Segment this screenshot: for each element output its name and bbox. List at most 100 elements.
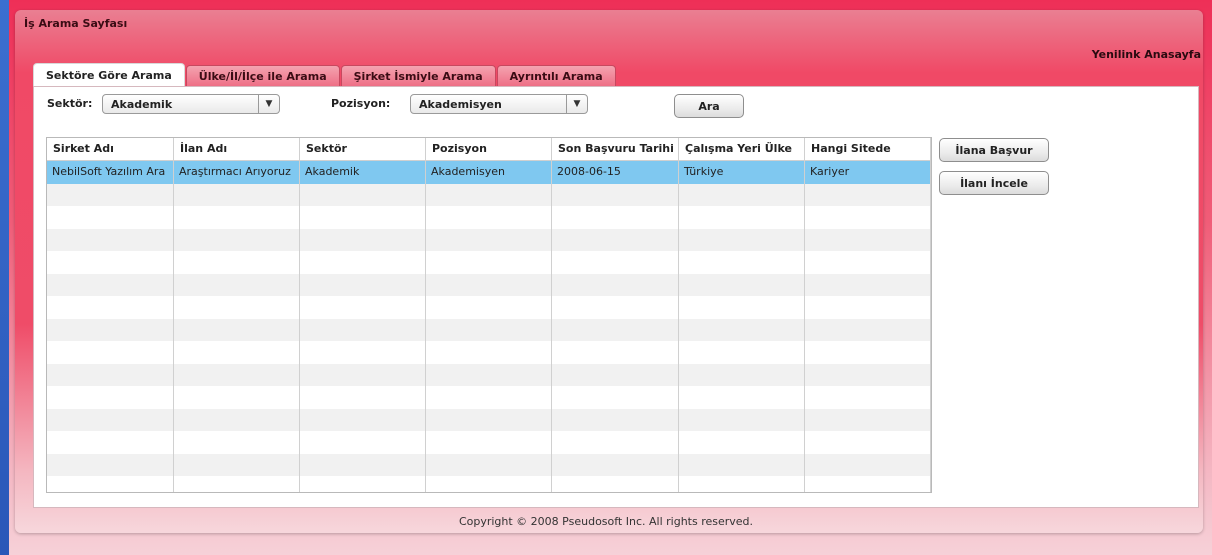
table-row[interactable] <box>47 341 931 364</box>
table-cell <box>679 251 805 274</box>
table-cell <box>47 228 174 251</box>
table-cell <box>426 251 552 274</box>
column-header[interactable]: Hangi Sitede <box>805 138 931 160</box>
table-row[interactable] <box>47 206 931 229</box>
table-row[interactable] <box>47 183 931 206</box>
table-cell <box>552 453 679 476</box>
tab-company-search[interactable]: Şirket İsmiyle Arama <box>340 65 496 86</box>
table-cell <box>174 228 300 251</box>
table-cell <box>805 363 931 386</box>
table-row[interactable] <box>47 408 931 431</box>
table-cell <box>174 318 300 341</box>
table-cell <box>552 228 679 251</box>
table-cell <box>300 296 426 319</box>
chevron-down-icon[interactable]: ▼ <box>258 95 279 113</box>
table-cell <box>805 341 931 364</box>
column-header[interactable]: Sektör <box>300 138 426 160</box>
table-cell <box>300 273 426 296</box>
table-cell <box>679 318 805 341</box>
tab-content: Sektör: Akademik ▼ Pozisyon: Akademisyen… <box>33 86 1199 508</box>
column-header[interactable]: Sirket Adı <box>47 138 174 160</box>
table-cell <box>47 408 174 431</box>
table-cell <box>47 453 174 476</box>
table-cell <box>679 228 805 251</box>
table-cell <box>805 251 931 274</box>
table-cell <box>426 206 552 229</box>
home-link[interactable]: Yenilink Anasayfa <box>1092 48 1201 61</box>
column-header[interactable]: Çalışma Yeri Ülke <box>679 138 805 160</box>
table-cell <box>552 183 679 206</box>
table-cell: Akademik <box>300 161 426 184</box>
sector-select[interactable]: Akademik ▼ <box>102 94 280 114</box>
table-cell <box>552 273 679 296</box>
table-cell <box>426 183 552 206</box>
table-cell <box>805 228 931 251</box>
table-cell <box>300 431 426 454</box>
table-cell <box>805 296 931 319</box>
column-header[interactable]: İlan Adı <box>174 138 300 160</box>
table-row[interactable] <box>47 296 931 319</box>
table-cell <box>47 431 174 454</box>
position-select[interactable]: Akademisyen ▼ <box>410 94 588 114</box>
table-cell <box>426 318 552 341</box>
table-row[interactable] <box>47 318 931 341</box>
table-cell: Kariyer <box>805 161 931 184</box>
table-row[interactable] <box>47 386 931 409</box>
sector-label: Sektör: <box>47 97 93 110</box>
table-cell <box>426 453 552 476</box>
table-row[interactable] <box>47 251 931 274</box>
left-edge-strip <box>0 0 9 555</box>
table-row[interactable] <box>47 273 931 296</box>
tab-detailed-search[interactable]: Ayrıntılı Arama <box>496 65 616 86</box>
footer-copyright: Copyright © 2008 Pseudosoft Inc. All rig… <box>458 515 754 528</box>
table-cell <box>426 341 552 364</box>
table-cell <box>426 228 552 251</box>
table-cell <box>552 318 679 341</box>
table-cell <box>552 341 679 364</box>
table-cell <box>47 363 174 386</box>
column-header[interactable]: Son Başvuru Tarihi <box>552 138 679 160</box>
table-cell <box>552 363 679 386</box>
position-label: Pozisyon: <box>331 97 391 110</box>
table-row[interactable] <box>47 476 931 492</box>
table-cell <box>552 296 679 319</box>
table-cell <box>47 296 174 319</box>
tab-sector-search[interactable]: Sektöre Göre Arama <box>33 63 185 86</box>
table-row[interactable] <box>47 228 931 251</box>
table-cell <box>426 363 552 386</box>
table-row[interactable] <box>47 453 931 476</box>
column-header[interactable]: Pozisyon <box>426 138 552 160</box>
search-button[interactable]: Ara <box>674 94 744 118</box>
table-cell <box>805 408 931 431</box>
table-row[interactable] <box>47 431 931 454</box>
table-cell <box>552 251 679 274</box>
table-cell <box>552 386 679 409</box>
table-cell: NebilSoft Yazılım Ara <box>47 161 174 184</box>
table-cell <box>679 183 805 206</box>
table-cell <box>47 251 174 274</box>
table-cell <box>174 476 300 492</box>
table-cell <box>300 318 426 341</box>
table-cell <box>174 341 300 364</box>
sector-select-value: Akademik <box>111 98 173 111</box>
table-cell <box>300 228 426 251</box>
tab-location-search[interactable]: Ülke/İl/İlçe ile Arama <box>185 65 340 86</box>
chevron-down-icon[interactable]: ▼ <box>566 95 587 113</box>
table-cell <box>174 363 300 386</box>
inspect-button[interactable]: İlanı İncele <box>939 171 1049 195</box>
table-cell <box>805 431 931 454</box>
table-row[interactable] <box>47 363 931 386</box>
table-cell <box>679 408 805 431</box>
table-cell: 2008-06-15 <box>552 161 679 184</box>
table-cell <box>552 476 679 492</box>
table-cell <box>47 183 174 206</box>
apply-button[interactable]: İlana Başvur <box>939 138 1049 162</box>
table-cell <box>47 476 174 492</box>
table-row[interactable]: NebilSoft Yazılım Ara Araştırmacı Arıyor… <box>47 161 931 184</box>
table-cell <box>174 183 300 206</box>
table-cell <box>47 206 174 229</box>
table-cell <box>679 386 805 409</box>
table-cell <box>552 206 679 229</box>
table-cell <box>300 453 426 476</box>
table-cell <box>47 273 174 296</box>
